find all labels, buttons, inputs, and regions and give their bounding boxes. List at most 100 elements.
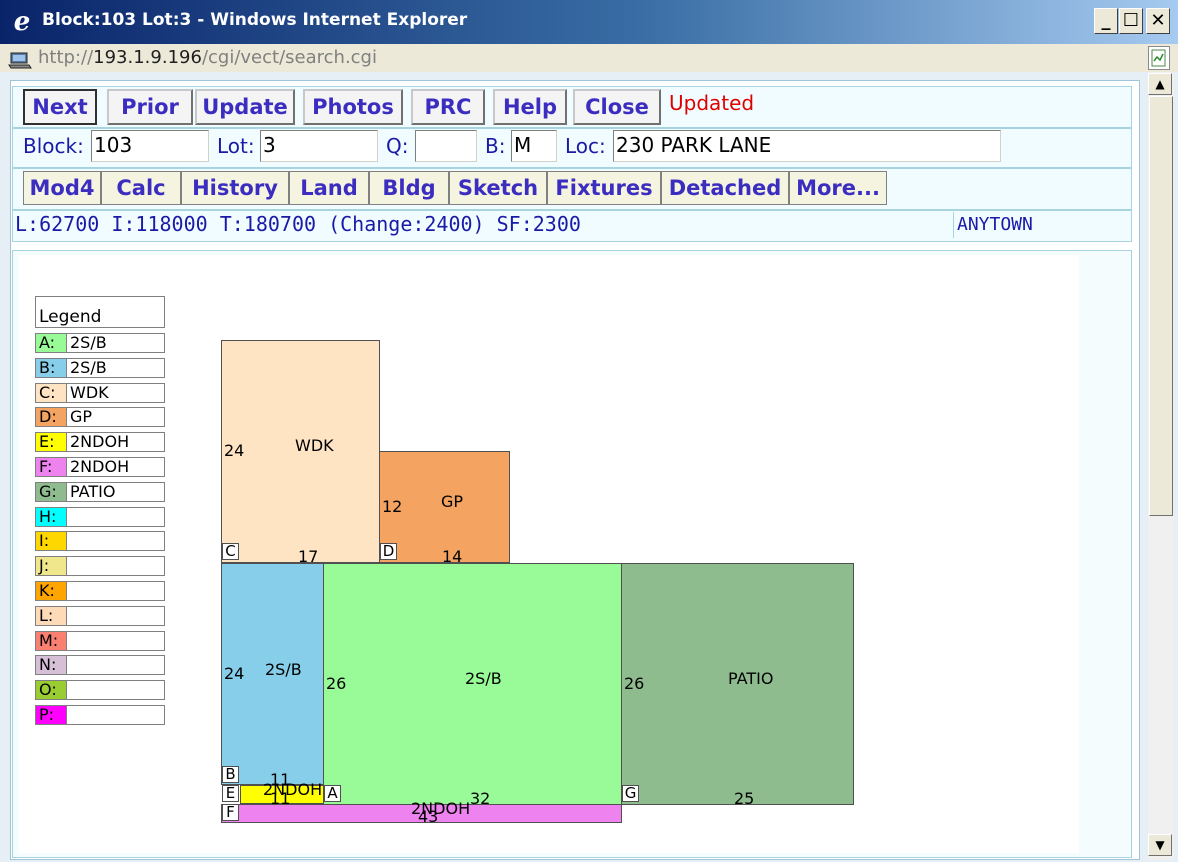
area-a-name: 2S/B [465,669,502,688]
legend-item: L: [35,605,165,626]
legend-key: B: [36,358,67,377]
window-title: Block:103 Lot:3 - Windows Internet Explo… [42,10,468,30]
legend-item: J: [35,556,165,577]
legend-value: 2NDOH [70,457,130,476]
q-label: Q: [386,134,409,158]
b-label: B: [485,134,506,158]
close-button[interactable]: Close [573,89,661,125]
lot-label: Lot: [217,134,255,158]
tab-calc[interactable]: Calc [101,171,181,205]
minimize-button[interactable]: _ [1094,8,1118,34]
area-e-name: 2NDOH [263,780,323,799]
legend-item: G: PATIO [35,481,165,502]
legend-key: G: [36,482,67,501]
scroll-down-button[interactable]: ▼ [1148,834,1172,856]
loc-label: Loc: [565,134,606,158]
vertical-scrollbar[interactable]: ▲ ▼ [1148,72,1174,860]
location-input[interactable]: 230 PARK LANE [613,130,1001,162]
tab-detached[interactable]: Detached [661,171,789,205]
valuation-values: L:62700 I:118000 T:180700 (Change:2400) … [15,212,581,236]
url-text[interactable]: http://193.1.9.196/cgi/vect/search.cgi [38,47,377,68]
url-path: /cgi/vect/search.cgi [201,47,377,68]
legend-item: M: [35,630,165,651]
tab-sketch[interactable]: Sketch [449,171,547,205]
internet-explorer-icon: e [13,7,31,37]
lot-input[interactable]: 3 [260,130,378,162]
url-host: 193.1.9.196 [93,47,202,68]
photos-button[interactable]: Photos [303,89,403,125]
tab-land[interactable]: Land [289,171,369,205]
legend-item: C: WDK [35,382,165,403]
legend-key: H: [36,507,67,526]
area-b-name: 2S/B [265,660,302,679]
legend-key: F: [36,458,67,476]
legend-key: K: [36,582,67,600]
area-a-width: 32 [470,789,491,808]
tab-bldg[interactable]: Bldg [369,171,449,205]
area-a-depth: 26 [326,674,347,693]
area-b-depth: 24 [224,664,245,683]
town-name: ANYTOWN [953,212,1129,238]
block-label: Block: [23,134,84,158]
tab-mod4[interactable]: Mod4 [23,171,101,205]
address-bar: http://193.1.9.196/cgi/vect/search.cgi [0,44,1178,72]
update-button[interactable]: Update [195,89,295,125]
legend-value: GP [70,407,93,427]
page-icon[interactable] [1148,46,1170,70]
legend-item: O: [35,680,165,701]
area-a-tag: A [324,785,341,802]
legend-value: 2NDOH [70,432,130,452]
title-bar: e Block:103 Lot:3 - Windows Internet Exp… [0,0,1178,44]
legend-item: I: [35,531,165,552]
area-d-name: GP [441,492,464,511]
legend-key: M: [36,631,67,650]
block-input[interactable]: 103 [91,130,209,162]
area-d-depth: 12 [382,497,403,516]
legend-item: N: [35,655,165,676]
prior-button[interactable]: Prior [107,89,193,125]
legend-value: 2S/B [70,357,107,377]
area-d-tag: D [380,543,397,560]
legend-key: J: [36,557,67,576]
legend-item: D: GP [35,407,165,428]
legend-item: P: [35,705,165,725]
area-f-name: 2NDOH [411,799,471,818]
area-c-name: WDK [295,436,334,455]
record-fields: Block: 103 Lot: 3 Q: B: M Loc: 230 PARK … [12,128,1132,168]
legend-key: C: [36,383,67,402]
scrollbar-thumb[interactable] [1149,96,1173,516]
legend-title: Legend [35,296,165,328]
tab-more[interactable]: More... [789,171,887,205]
b-input[interactable]: M [511,130,557,162]
area-c-depth: 24 [224,441,245,460]
valuation-summary: L:62700 I:118000 T:180700 (Change:2400) … [12,210,1132,242]
legend-value: PATIO [70,481,116,501]
legend-item: B: 2S/B [35,357,165,378]
action-toolbar: Next Prior Update Photos PRC Help Close … [12,86,1132,128]
area-b-tag: B [222,766,239,783]
q-input[interactable] [415,130,477,162]
computer-icon [8,52,32,69]
help-button[interactable]: Help [493,89,567,125]
maximize-button[interactable]: ☐ [1119,8,1143,34]
legend-key: I: [36,532,67,551]
area-c-tag: C [222,543,239,560]
section-tabs: Mod4 Calc History Land Bldg Sketch Fixtu… [12,168,1132,210]
legend-key: N: [36,656,67,675]
url-prefix: http:// [38,47,94,68]
legend-item: A: 2S/B [35,333,165,353]
scroll-up-button[interactable]: ▲ [1148,73,1172,95]
next-button[interactable]: Next [23,89,97,125]
area-g-depth: 26 [624,674,645,693]
arrow-down-icon: ▼ [1155,838,1165,852]
area-g-tag: G [622,785,639,802]
legend-item: E: 2NDOH [35,432,165,453]
legend-key: L: [36,606,67,625]
legend-value: WDK [70,382,109,402]
area-f-tag: F [222,804,239,821]
tab-history[interactable]: History [181,171,289,205]
close-window-button[interactable]: ✕ [1146,8,1170,34]
tab-fixtures[interactable]: Fixtures [547,171,661,205]
prc-button[interactable]: PRC [411,89,485,125]
document-icon [1151,49,1166,67]
